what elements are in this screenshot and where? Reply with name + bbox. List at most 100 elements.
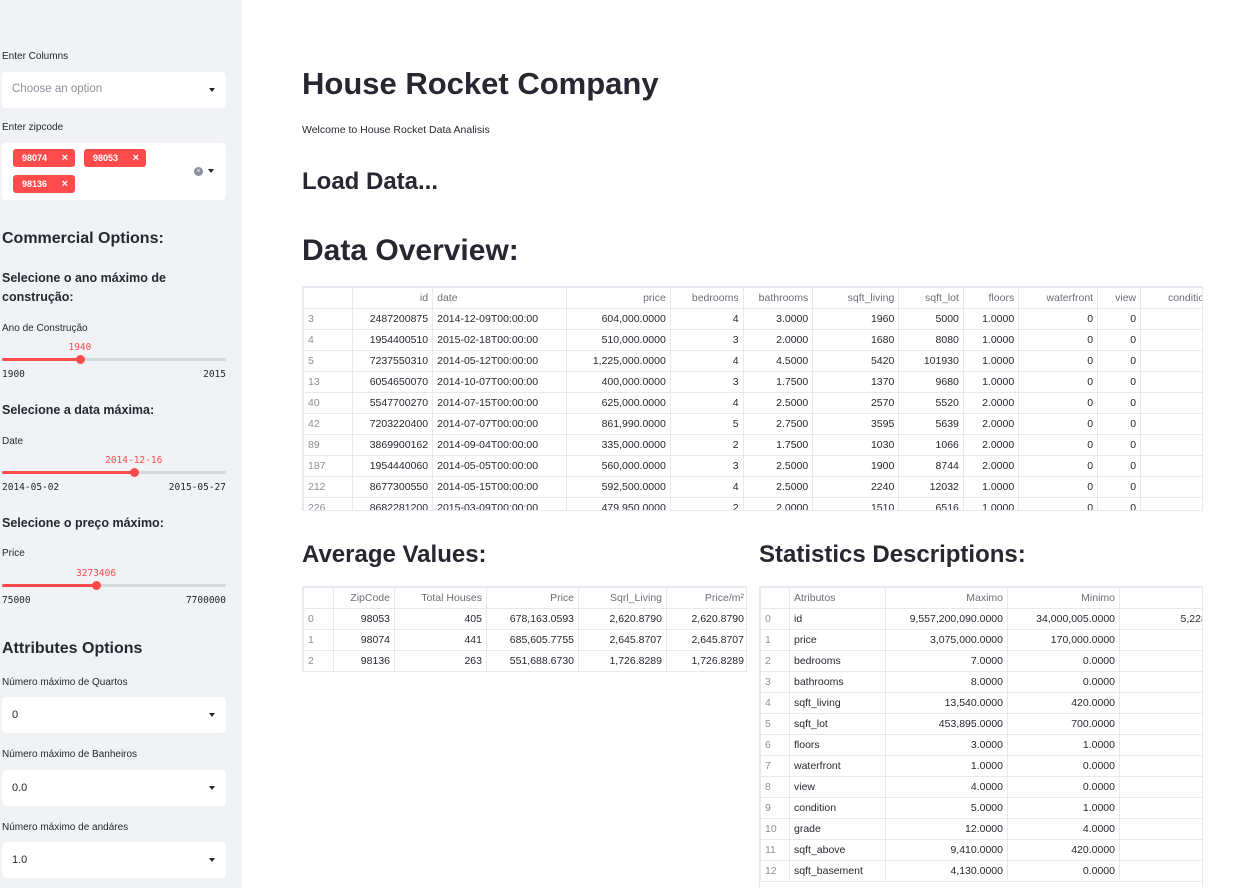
year-slider[interactable]: 1940 1900 2015 (2, 342, 226, 385)
column-header[interactable]: Maximo (885, 587, 1008, 609)
row-index[interactable]: 13 (303, 371, 354, 393)
row-index[interactable]: 4 (303, 329, 354, 351)
table-cell[interactable]: 2 (669, 434, 744, 456)
row-index[interactable]: 187 (303, 455, 354, 477)
table-cell[interactable]: 1.0000 (1007, 734, 1120, 756)
table-cell[interactable]: 0 (1097, 434, 1142, 456)
table-cell[interactable]: 0 (1097, 308, 1142, 330)
table-cell[interactable]: 2.7500 (742, 413, 814, 435)
table-cell[interactable]: 2.0000 (742, 329, 814, 351)
table-cell[interactable]: 2014-05-05T00:00:00 (432, 455, 568, 477)
table-cell[interactable]: 400,000.0000 (566, 371, 671, 393)
row-index[interactable]: 4 (760, 692, 790, 714)
zipcode-tag[interactable]: 98074 × (13, 149, 75, 167)
row-index[interactable]: 9 (760, 797, 790, 819)
table-cell[interactable]: 2015-03-09T00:00:00 (432, 497, 568, 510)
row-index[interactable]: 6 (760, 734, 790, 756)
table-cell[interactable]: sqft_lot (789, 713, 886, 735)
table-cell[interactable]: 3 (1140, 413, 1202, 435)
zipcode-multiselect[interactable]: 98074 × 98053 × 98136 × × (2, 143, 226, 200)
table-cell[interactable]: 1510 (812, 497, 900, 510)
table-cell[interactable]: 0 (1097, 455, 1142, 477)
table-cell[interactable]: 12032 (898, 476, 964, 498)
column-header[interactable] (760, 587, 790, 609)
row-index[interactable]: 3 (760, 671, 790, 693)
bedrooms-select[interactable]: 0 (2, 697, 226, 733)
row-index[interactable]: 12 (760, 860, 790, 882)
table-cell[interactable]: 1.0000 (962, 497, 1020, 510)
table-cell[interactable]: 101930 (898, 350, 964, 372)
table-cell[interactable]: 2014-05-12T00:00:00 (432, 350, 568, 372)
table-cell[interactable]: 1.0000 (962, 371, 1020, 393)
table-cell[interactable]: 8080 (898, 329, 964, 351)
table-cell[interactable]: 405 (394, 608, 487, 630)
table-cell[interactable]: 592,500.0000 (566, 476, 671, 498)
table-cell[interactable]: 2014-10-07T00:00:00 (432, 371, 568, 393)
table-cell[interactable]: 170,000.0000 (1007, 629, 1120, 651)
table-cell[interactable]: 3,075,000.0000 (885, 629, 1008, 651)
table-cell[interactable]: sqft_living (789, 692, 886, 714)
table-cell[interactable]: 4 (669, 308, 744, 330)
table-cell[interactable]: 1.7500 (742, 371, 814, 393)
table-cell[interactable]: 4,130.0000 (885, 860, 1008, 882)
table-cell[interactable]: 0 (1097, 476, 1142, 498)
column-header[interactable]: date (432, 287, 568, 309)
column-header[interactable]: condition (1140, 287, 1202, 309)
table-cell[interactable]: 479,950.0000 (566, 497, 671, 510)
table-cell[interactable]: 1680 (812, 329, 900, 351)
slider-thumb[interactable] (129, 468, 139, 477)
table-cell[interactable]: 1,726.8289 (666, 650, 746, 671)
table-cell[interactable] (1119, 755, 1202, 777)
data-overview-table[interactable]: id date price bedrooms bathrooms sqft_living s… (302, 286, 1203, 511)
table-cell[interactable]: 2014-07-15T00:00:00 (432, 392, 568, 414)
table-cell[interactable]: 0.0000 (1007, 755, 1120, 777)
table-cell[interactable]: 5420 (812, 350, 900, 372)
table-cell[interactable]: 3869900162 (352, 434, 434, 456)
column-header[interactable]: Atributos (789, 587, 886, 609)
table-cell[interactable] (1119, 671, 1202, 693)
table-cell[interactable]: waterfront (789, 755, 886, 777)
table-cell[interactable]: 1030 (812, 434, 900, 456)
table-cell[interactable]: 3 (1140, 392, 1202, 414)
table-cell[interactable]: 5 (1140, 308, 1202, 330)
table-cell[interactable]: 2,645.8707 (578, 629, 667, 651)
row-index[interactable]: 2 (760, 650, 790, 672)
table-cell[interactable]: 1,726.8289 (578, 650, 667, 671)
row-index[interactable]: 42 (303, 413, 354, 435)
row-index[interactable]: 3 (303, 308, 354, 330)
table-cell[interactable]: 0 (1018, 392, 1099, 414)
row-index[interactable]: 40 (303, 392, 354, 414)
table-cell[interactable]: view (789, 776, 886, 798)
row-index[interactable]: 2 (303, 650, 334, 671)
table-cell[interactable]: 1.7500 (742, 434, 814, 456)
column-header[interactable]: sqft_lot (898, 287, 964, 309)
table-cell[interactable]: 5 (669, 413, 744, 435)
table-cell[interactable]: 0 (1018, 371, 1099, 393)
date-slider[interactable]: 2014-12-16 2014-05-02 2015-05-27 (2, 455, 226, 498)
columns-select[interactable]: Choose an option (2, 72, 226, 108)
table-cell[interactable]: 3 (1140, 497, 1202, 510)
table-cell[interactable]: 2.5000 (742, 392, 814, 414)
column-header[interactable]: waterfront (1018, 287, 1099, 309)
table-cell[interactable]: 1.0000 (962, 329, 1020, 351)
table-cell[interactable]: 8744 (898, 455, 964, 477)
zipcode-tag[interactable]: 98136 × (13, 175, 75, 193)
row-index[interactable]: 1 (303, 629, 334, 651)
table-cell[interactable]: 1.0000 (885, 755, 1008, 777)
table-cell[interactable]: 651,1 (1119, 629, 1202, 651)
table-cell[interactable]: 1954400510 (352, 329, 434, 351)
table-cell[interactable]: 4.0000 (885, 776, 1008, 798)
table-cell[interactable]: 7.0000 (885, 650, 1008, 672)
slider-thumb[interactable] (75, 355, 85, 364)
table-cell[interactable]: 6516 (898, 497, 964, 510)
column-header[interactable]: Price (486, 587, 579, 609)
table-cell[interactable]: 335,000.0000 (566, 434, 671, 456)
table-cell[interactable]: 2.0000 (962, 392, 1020, 414)
table-cell[interactable]: 3 (1140, 350, 1202, 372)
column-header[interactable]: Total Houses (394, 587, 487, 609)
floors-select[interactable]: 1.0 (2, 842, 226, 878)
column-header[interactable]: price (566, 287, 671, 309)
table-cell[interactable]: 685,605.7755 (486, 629, 579, 651)
table-cell[interactable]: 3 (669, 455, 744, 477)
table-cell[interactable]: 2.0000 (742, 497, 814, 510)
